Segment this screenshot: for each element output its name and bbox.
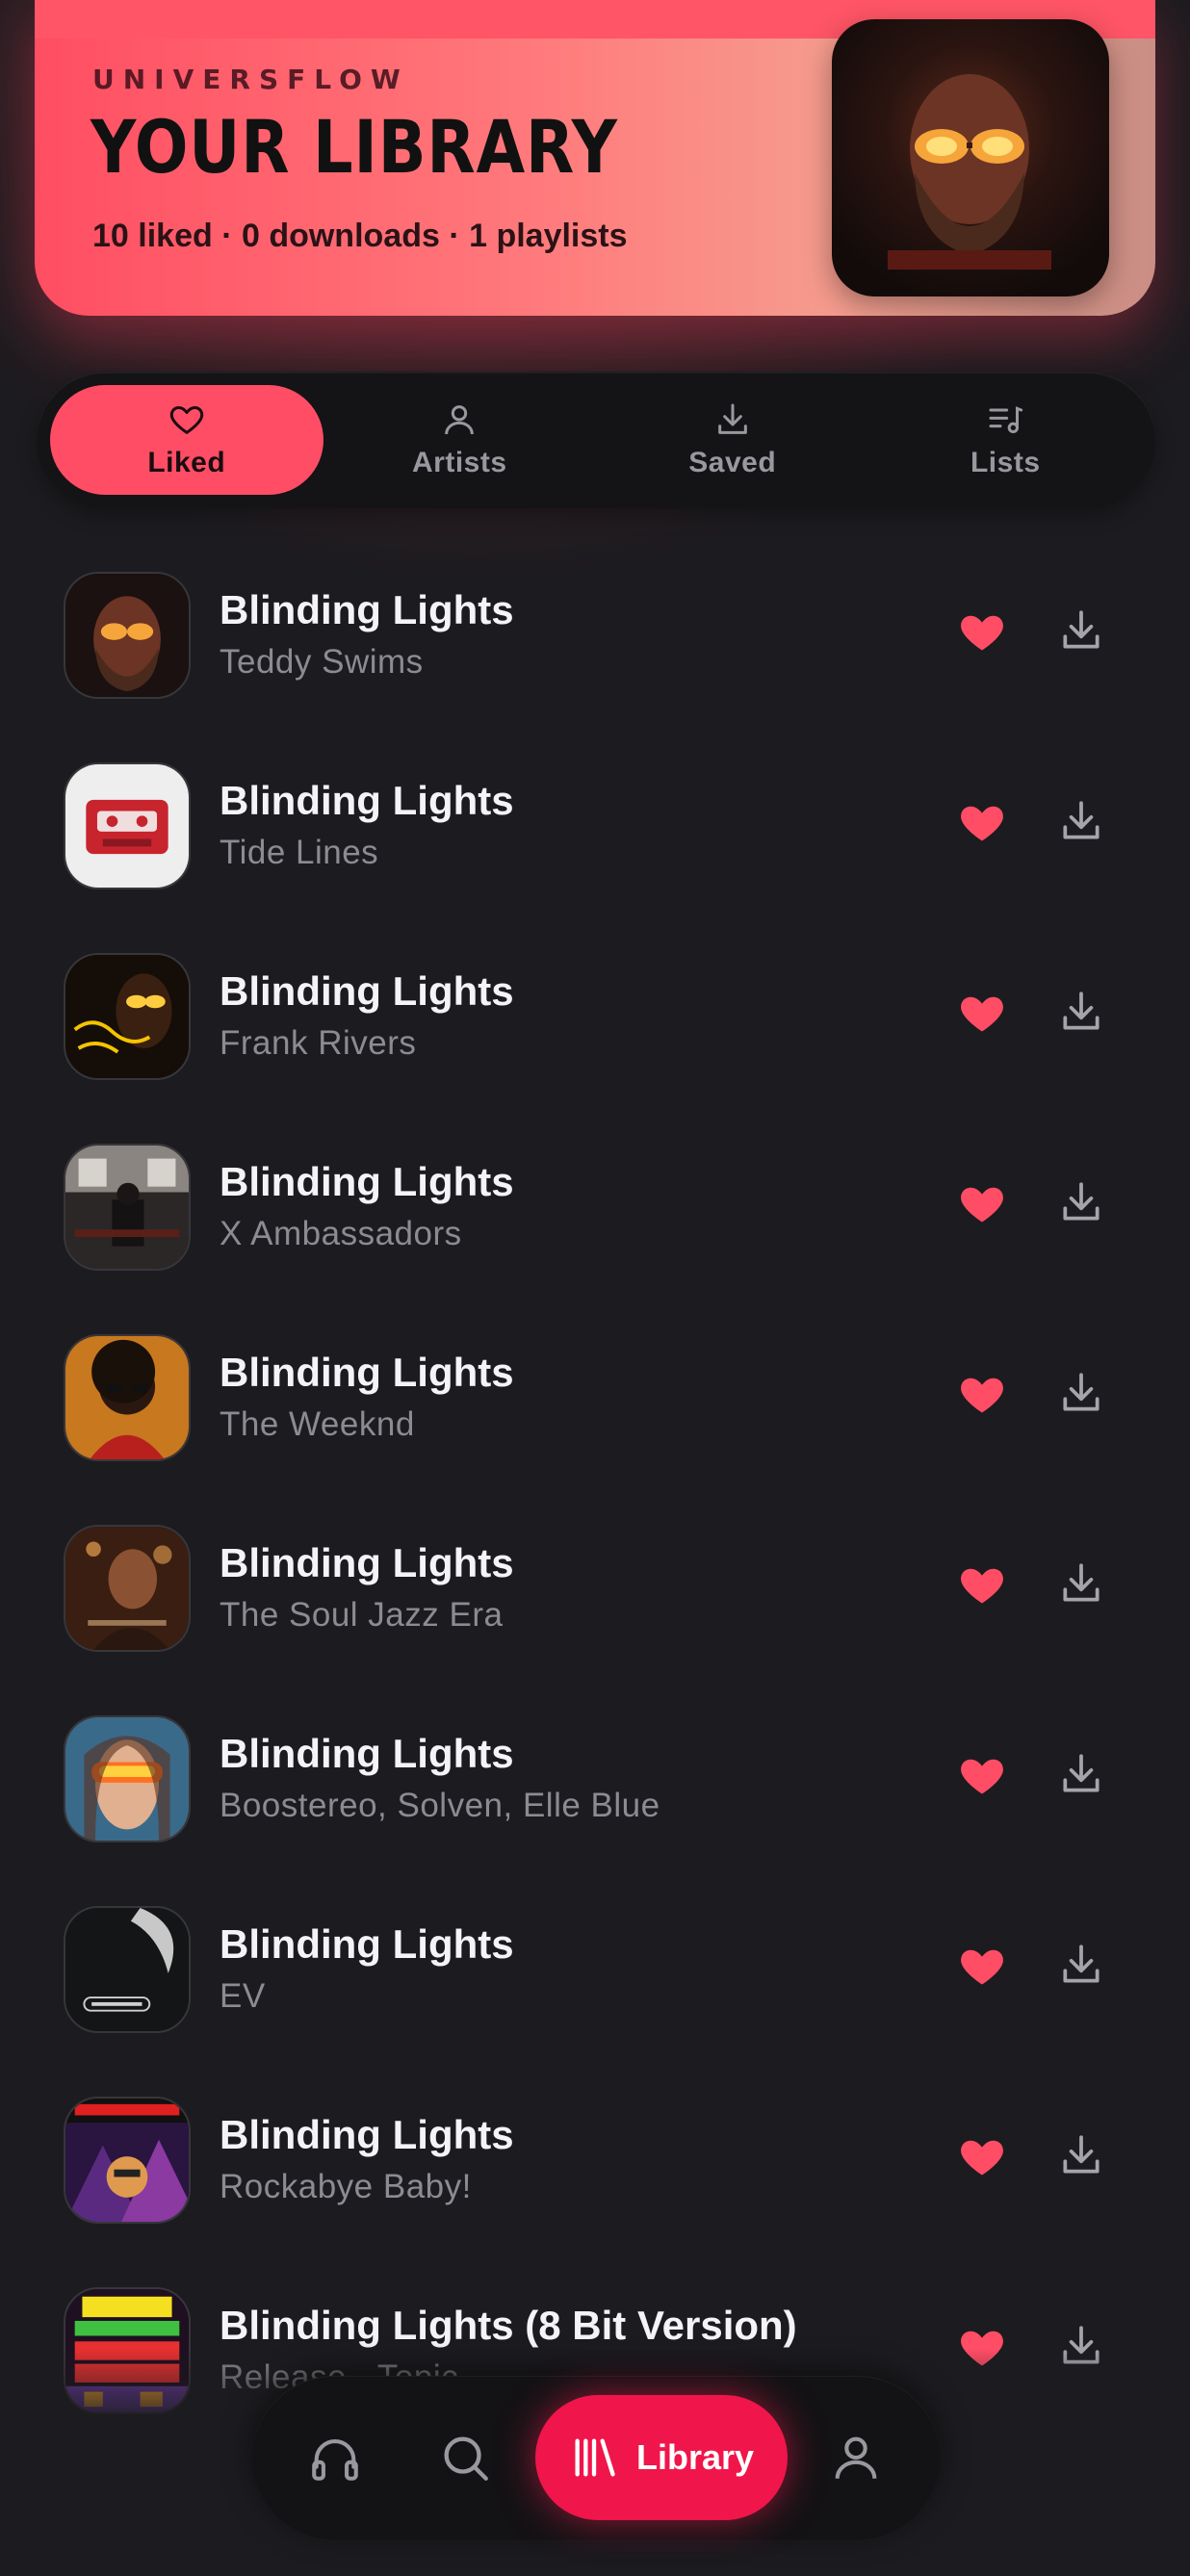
track-row[interactable]: Blinding Lights The Weeknd [0, 1321, 1190, 1511]
track-cover-art [64, 1525, 191, 1652]
library-header-card: UNIVERSFLOW YOUR LIBRARY 10 liked · 0 do… [35, 0, 1155, 316]
library-tabs: Liked Artists Saved Lists [37, 372, 1155, 508]
download-icon[interactable] [1057, 1750, 1105, 1798]
track-title: Blinding Lights [220, 968, 514, 1014]
track-artist: Rockabye Baby! [220, 2168, 472, 2205]
tab-saved[interactable]: Saved [596, 385, 869, 495]
tab-lists-label: Lists [970, 447, 1041, 478]
track-cover-art [64, 572, 191, 699]
heart-icon[interactable] [957, 988, 1007, 1038]
track-title: Blinding Lights [220, 1731, 514, 1776]
nav-search-button[interactable] [431, 2424, 499, 2491]
track-title: Blinding Lights [220, 1921, 514, 1967]
track-title: Blinding Lights [220, 778, 514, 823]
track-cover-art [64, 762, 191, 889]
playlist-icon [989, 406, 1023, 433]
track-cover-art [64, 2287, 191, 2414]
featured-cover-art[interactable] [832, 19, 1109, 296]
bottom-navigation: Library [252, 2376, 940, 2539]
heart-icon[interactable] [957, 1559, 1007, 1610]
download-icon[interactable] [1057, 1178, 1105, 1226]
heart-icon[interactable] [957, 1178, 1007, 1228]
nav-library-button[interactable]: Library [535, 2395, 788, 2520]
heart-icon[interactable] [957, 1750, 1007, 1800]
download-icon [717, 403, 747, 434]
track-title: Blinding Lights (8 Bit Version) [220, 2303, 797, 2348]
track-row[interactable]: Blinding Lights The Soul Jazz Era [0, 1511, 1190, 1702]
track-cover-art [64, 1144, 191, 1271]
page-title: YOUR LIBRARY [91, 104, 618, 190]
heart-icon[interactable] [957, 2322, 1007, 2372]
download-icon[interactable] [1057, 797, 1105, 845]
track-row[interactable]: Blinding Lights Rockabye Baby! [0, 2083, 1190, 2274]
nav-player-button[interactable] [301, 2424, 369, 2491]
tab-liked[interactable]: Liked [50, 385, 323, 495]
tab-liked-label: Liked [147, 447, 226, 478]
tab-saved-label: Saved [688, 447, 777, 478]
heart-icon[interactable] [957, 606, 1007, 657]
heart-icon [169, 406, 203, 434]
download-icon[interactable] [1057, 1559, 1105, 1608]
track-cover-art [64, 1334, 191, 1461]
heart-icon[interactable] [957, 797, 1007, 847]
track-artist: Teddy Swims [220, 643, 424, 681]
library-stats: 10 liked · 0 downloads · 1 playlists [92, 218, 628, 254]
download-icon[interactable] [1057, 2131, 1105, 2179]
tab-artists[interactable]: Artists [323, 385, 597, 495]
track-title: Blinding Lights [220, 2112, 514, 2157]
track-artist: The Weeknd [220, 1405, 415, 1443]
profile-icon [835, 2436, 877, 2479]
heart-icon[interactable] [957, 1369, 1007, 1419]
nav-profile-button[interactable] [822, 2424, 890, 2491]
track-cover-art [64, 1906, 191, 2033]
track-row[interactable]: Blinding Lights Teddy Swims [0, 558, 1190, 749]
track-row[interactable]: Blinding Lights Tide Lines [0, 749, 1190, 940]
library-icon [575, 2438, 615, 2477]
track-cover-art [64, 2097, 191, 2224]
heart-icon[interactable] [957, 2131, 1007, 2181]
track-title: Blinding Lights [220, 1540, 514, 1585]
track-row[interactable]: Blinding Lights EV [0, 1893, 1190, 2083]
download-icon[interactable] [1057, 988, 1105, 1036]
track-row[interactable]: Blinding Lights X Ambassadors [0, 1130, 1190, 1321]
download-icon[interactable] [1057, 1369, 1105, 1417]
download-icon[interactable] [1057, 1941, 1105, 1989]
heart-icon[interactable] [957, 1941, 1007, 1991]
track-artist: EV [220, 1977, 266, 2015]
track-artist: Tide Lines [220, 834, 379, 871]
track-title: Blinding Lights [220, 587, 514, 632]
track-title: Blinding Lights [220, 1159, 514, 1204]
tab-lists[interactable]: Lists [869, 385, 1143, 495]
headphones-icon [312, 2439, 358, 2481]
person-icon [445, 405, 475, 435]
track-artist: X Ambassadors [220, 1215, 462, 1252]
track-artist: The Soul Jazz Era [220, 1596, 504, 1634]
track-cover-art [64, 1715, 191, 1842]
download-icon[interactable] [1057, 2322, 1105, 2370]
track-row[interactable]: Blinding Lights Boostereo, Solven, Elle … [0, 1702, 1190, 1893]
search-icon [444, 2436, 488, 2481]
brand-name: UNIVERSFLOW [92, 64, 409, 95]
track-row[interactable]: Blinding Lights Frank Rivers [0, 940, 1190, 1130]
tab-artists-label: Artists [411, 447, 507, 478]
download-icon[interactable] [1057, 606, 1105, 655]
track-artist: Boostereo, Solven, Elle Blue [220, 1787, 660, 1824]
nav-library-label: Library [635, 2437, 755, 2477]
track-title: Blinding Lights [220, 1350, 514, 1395]
track-artist: Frank Rivers [220, 1024, 417, 1062]
track-cover-art [64, 953, 191, 1080]
